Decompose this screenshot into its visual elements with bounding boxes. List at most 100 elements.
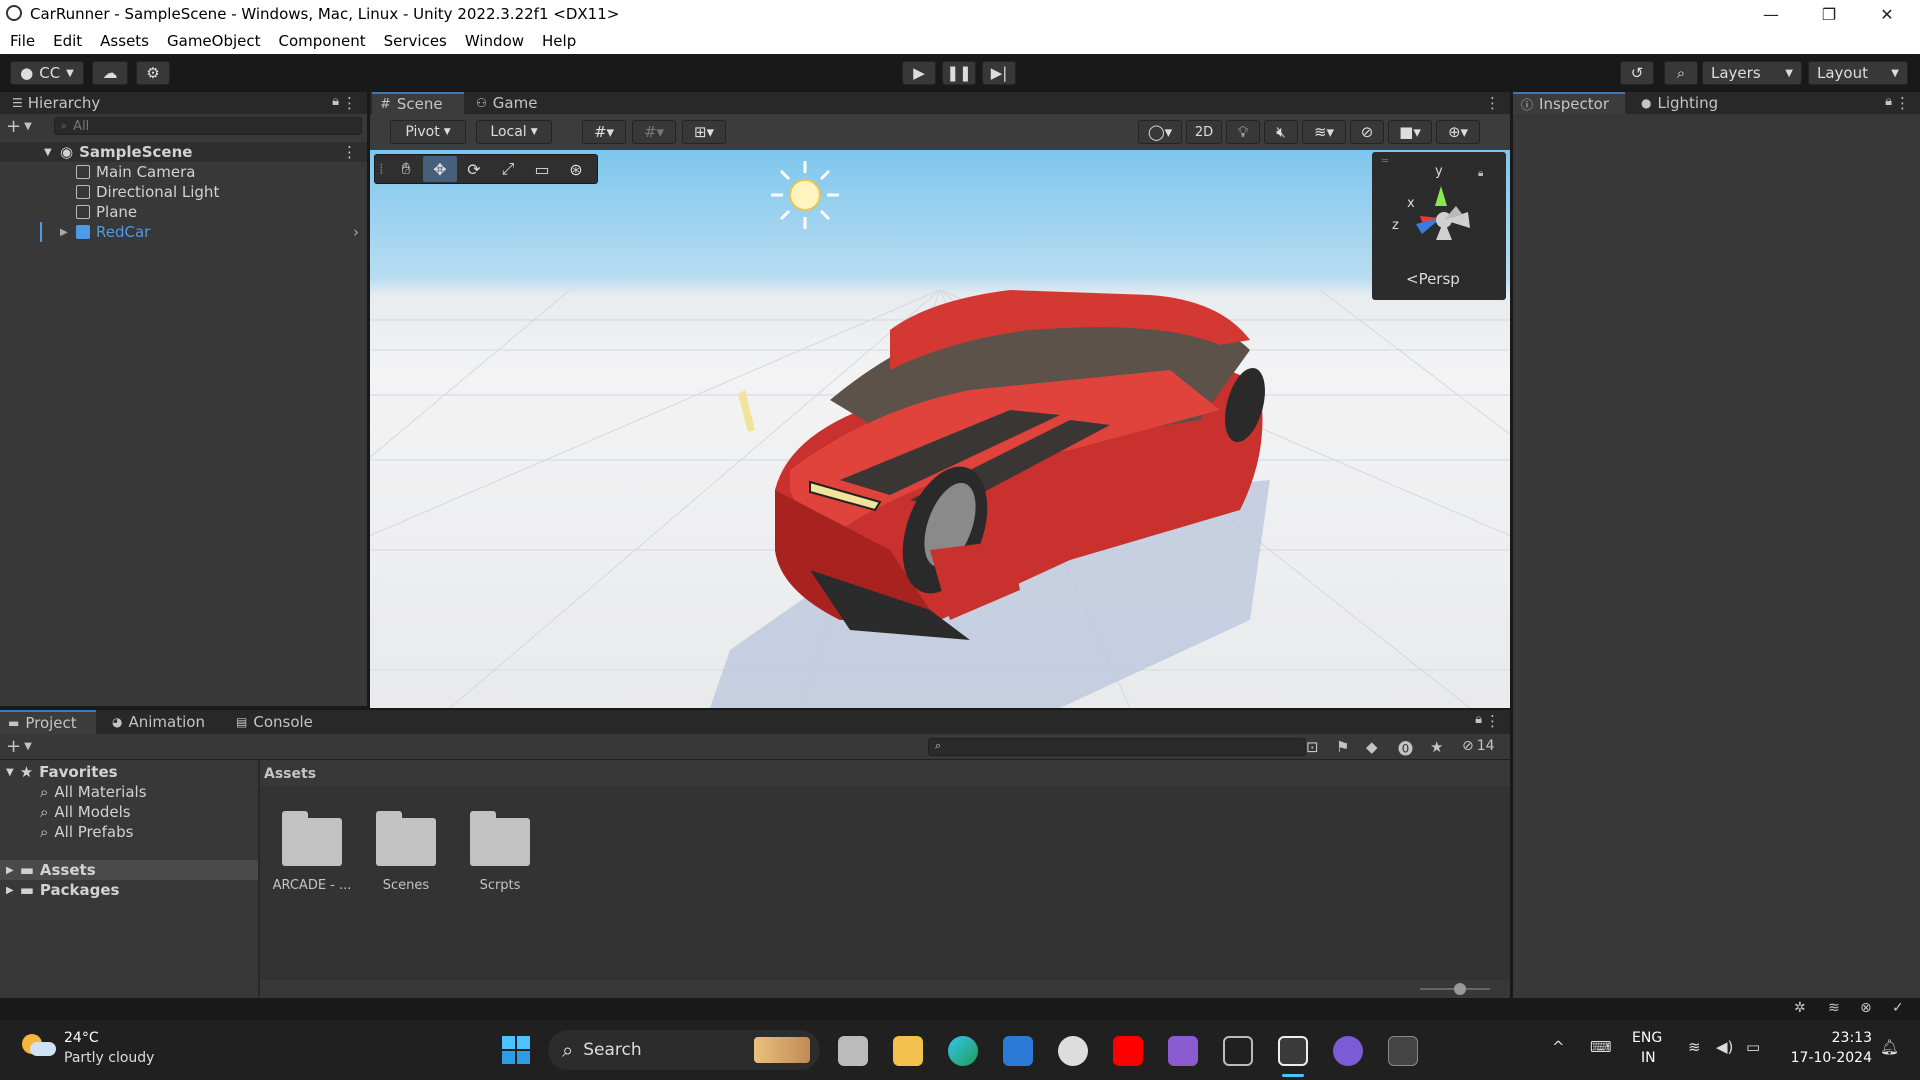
region-label[interactable]: IN [1641, 1050, 1656, 1066]
edge-icon[interactable] [948, 1036, 978, 1066]
more-icon[interactable]: ⋮ [1485, 712, 1500, 730]
project-search-input[interactable]: ⌕ [928, 738, 1306, 756]
graphics-icon[interactable]: ⊗ [1860, 1000, 1872, 1016]
favorites-row[interactable]: ▼ ★ Favorites [0, 762, 258, 782]
tab-lighting[interactable]: ● Lighting [1633, 92, 1726, 114]
favorite-item[interactable]: ⌕ All Materials [0, 782, 258, 802]
hierarchy-item-directional-light[interactable]: Directional Light [0, 182, 367, 202]
clock-time[interactable]: 23:13 [1808, 1030, 1872, 1046]
notification-bell-icon[interactable]: 🔔︎ [1880, 1038, 1899, 1056]
shading-mode-button[interactable]: ◯▾ [1138, 120, 1182, 144]
menu-edit[interactable]: Edit [53, 32, 82, 50]
step-button[interactable]: ▶| [982, 61, 1016, 85]
pause-button[interactable]: ❚❚ [942, 61, 976, 85]
orientation-gizmo[interactable]: ═ 🔒︎ y x z <Persp [1372, 152, 1506, 300]
chevron-right-icon[interactable]: › [353, 223, 359, 241]
rect-tool-button[interactable]: ▭ [525, 156, 559, 182]
audio-toggle-button[interactable]: 🔇︎ [1264, 120, 1298, 144]
toggle-2d-button[interactable]: 2D [1186, 120, 1222, 144]
folder-item[interactable]: ARCADE - ... [272, 810, 352, 910]
star-icon[interactable]: ★ [1430, 738, 1443, 756]
menu-services[interactable]: Services [384, 32, 447, 50]
keyboard-icon[interactable]: ⌨ [1590, 1038, 1612, 1056]
folder-item[interactable]: Scrpts [460, 810, 540, 910]
taskbar-search[interactable]: ⌕ Search [548, 1030, 820, 1070]
tab-project[interactable]: ▬ Project [0, 710, 96, 734]
layers-icon[interactable]: ≋ [1828, 1000, 1840, 1016]
menu-file[interactable]: File [10, 32, 35, 50]
filter-type-icon[interactable]: ⚑ [1336, 738, 1349, 756]
collab-button[interactable]: ⚙ [136, 61, 170, 85]
menu-component[interactable]: Component [279, 32, 366, 50]
menu-assets[interactable]: Assets [100, 32, 149, 50]
weather-temp[interactable]: 24°C [64, 1030, 99, 1046]
scene-viewport[interactable]: ⁞ ✋︎ ✥ ⟳ ⤢ ▭ ⊛ ═ 🔒︎ y x z <Persp [370, 150, 1510, 708]
tab-game[interactable]: ⚇ Game [468, 92, 545, 114]
hierarchy-item-redcar[interactable]: ▶ RedCar › [0, 222, 367, 242]
warning-icon[interactable]: ⓿ [1398, 738, 1413, 759]
maximize-button[interactable]: ❐ [1800, 0, 1858, 28]
create-button[interactable]: + ▼ [6, 736, 32, 757]
tab-scene[interactable]: # Scene [372, 92, 464, 114]
favorite-item[interactable]: ⌕ All Models [0, 802, 258, 822]
more-icon[interactable]: ⋮ [1895, 94, 1910, 112]
more-icon[interactable]: ⋮ [342, 143, 357, 161]
scene-row[interactable]: ▼ ◉ SampleScene ⋮ [0, 142, 367, 162]
clock-date[interactable]: 17-10-2024 [1786, 1050, 1872, 1066]
hierarchy-item-plane[interactable]: Plane [0, 202, 367, 222]
favorite-item[interactable]: ⌕ All Prefabs [0, 822, 258, 842]
unity-editor-icon[interactable] [1278, 1036, 1308, 1066]
unity-hub-icon[interactable] [1223, 1036, 1253, 1066]
drag-handle-icon[interactable]: ⁞ [379, 160, 389, 178]
layout-dropdown[interactable]: Layout ▼ [1808, 61, 1908, 85]
tab-inspector[interactable]: ⓘ Inspector [1513, 92, 1625, 114]
cloud-button[interactable]: ☁ [92, 61, 128, 85]
visibility-button[interactable]: ⊘ [1350, 120, 1384, 144]
add-button[interactable]: + ▼ [6, 116, 32, 137]
move-tool-button[interactable]: ✥ [423, 156, 457, 182]
wifi-icon[interactable]: ≋ [1688, 1038, 1701, 1056]
weather-icon[interactable] [22, 1032, 56, 1060]
weather-desc[interactable]: Partly cloudy [64, 1050, 154, 1066]
account-dropdown[interactable]: ● CC ▼ [10, 61, 84, 85]
tab-console[interactable]: ▤ Console [228, 710, 321, 734]
expand-arrow-icon[interactable]: ▶ [60, 227, 68, 238]
notion-icon[interactable] [1388, 1036, 1418, 1066]
lock-icon[interactable]: 🔒︎ [1885, 94, 1892, 109]
youtube-icon[interactable] [1113, 1036, 1143, 1066]
more-icon[interactable]: ⋮ [1485, 94, 1500, 112]
breadcrumb[interactable]: Assets [260, 760, 1510, 786]
grid-snap-button[interactable]: #▾ [582, 120, 626, 144]
volume-icon[interactable]: ◀) [1716, 1038, 1733, 1056]
hand-tool-button[interactable]: ✋︎ [389, 156, 423, 182]
gizmos-button[interactable]: ⊕▾ [1436, 120, 1480, 144]
start-button[interactable] [502, 1036, 530, 1064]
menu-help[interactable]: Help [542, 32, 576, 50]
chevron-up-icon[interactable]: ^ [1552, 1038, 1565, 1056]
hierarchy-search-input[interactable]: ⌕ All [54, 117, 362, 135]
lighting-toggle-button[interactable]: 💡︎ [1226, 120, 1260, 144]
debug-icon[interactable]: ✲ [1794, 1000, 1806, 1016]
menu-gameobject[interactable]: GameObject [167, 32, 261, 50]
menu-window[interactable]: Window [465, 32, 524, 50]
zoom-slider-thumb[interactable] [1454, 983, 1466, 995]
check-icon[interactable]: ✓ [1892, 1000, 1904, 1016]
search-button[interactable]: ⌕ [1664, 61, 1698, 85]
projection-toggle[interactable]: <Persp [1406, 270, 1460, 288]
play-button[interactable]: ▶ [902, 61, 936, 85]
search-by-type-icon[interactable]: ⊡ [1306, 738, 1319, 756]
folder-item[interactable]: Scenes [366, 810, 446, 910]
effects-button[interactable]: ≋▾ [1302, 120, 1346, 144]
minimize-button[interactable]: — [1742, 0, 1800, 28]
tree-item-packages[interactable]: ▶ ▬ Packages [0, 880, 258, 900]
github-desktop-icon[interactable] [1058, 1036, 1088, 1066]
hidden-packages-toggle[interactable]: ⊘ 14 [1462, 738, 1495, 754]
file-explorer-icon[interactable] [893, 1036, 923, 1066]
tab-hierarchy[interactable]: ☰ Hierarchy [4, 92, 108, 114]
github-icon[interactable] [1333, 1036, 1363, 1066]
tab-animation[interactable]: ◕ Animation [104, 710, 213, 734]
camera-button[interactable]: ■▾ [1388, 120, 1432, 144]
lock-icon[interactable]: 🔒︎ [1475, 712, 1482, 727]
vscode-icon[interactable] [1003, 1036, 1033, 1066]
label-icon[interactable]: ◆ [1366, 738, 1378, 756]
